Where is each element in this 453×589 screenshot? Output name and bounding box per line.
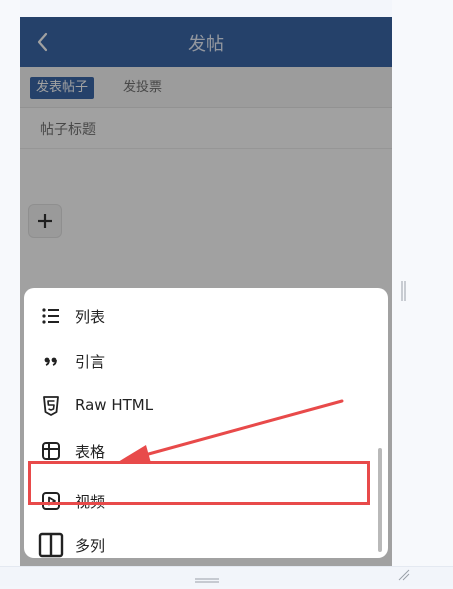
menu-item-label: 多列 [75,537,106,555]
block-menu: 列表 引言 Raw HTML 表格 视频 多列 [24,288,388,558]
quote-icon [40,350,62,372]
menu-item-label: Raw HTML [75,396,154,414]
menu-item-label: 列表 [75,308,106,326]
highlight-box [28,461,370,505]
menu-item-label: 引言 [75,353,106,371]
menu-item-label: 表格 [75,443,106,461]
menu-scrollbar[interactable] [378,448,382,552]
table-icon [40,440,62,462]
resize-handle-bottom[interactable] [194,570,220,583]
outer-background-bottom [0,566,453,586]
menu-item-multi-column[interactable]: 多列 [24,523,374,566]
columns-icon [38,532,64,558]
menu-item-quote[interactable]: 引言 [24,339,374,383]
menu-item-raw-html[interactable]: Raw HTML [24,384,374,428]
html5-icon [40,395,62,417]
resize-grip-icon[interactable] [396,566,410,581]
menu-item-list[interactable]: 列表 [24,294,374,338]
resize-handle-right[interactable] [401,280,407,302]
list-icon [40,305,62,327]
outer-background-left [0,0,20,585]
